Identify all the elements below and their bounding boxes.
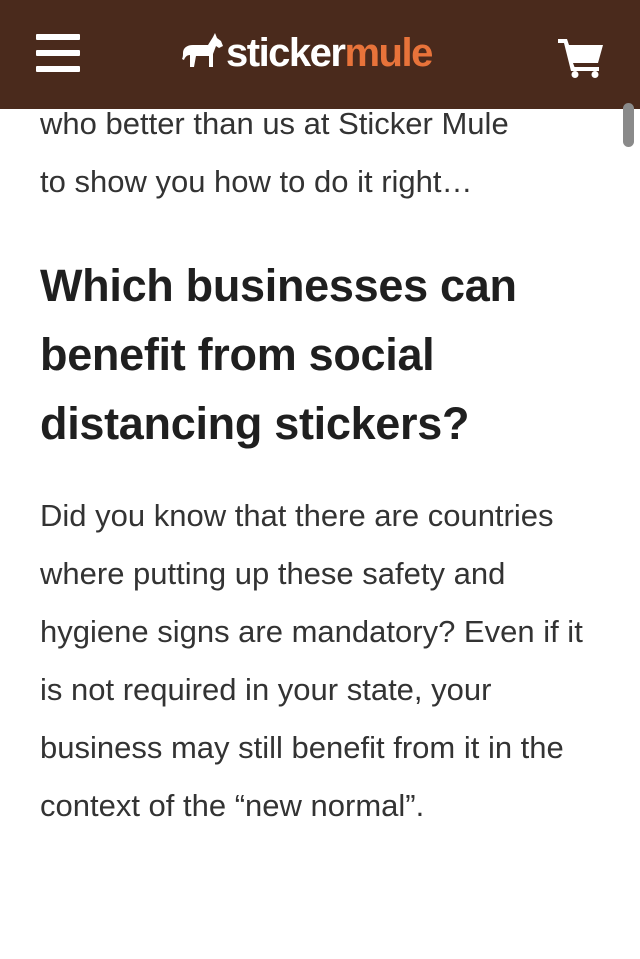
intro-line-2: to show you how to do it right… (40, 164, 473, 199)
top-navigation-bar: stickermule (0, 0, 640, 109)
brand-wordmark-sticker: sticker (226, 31, 346, 75)
brand-logo[interactable]: stickermule (180, 28, 433, 78)
brand-wordmark-mule: mule (344, 31, 433, 75)
brand-wordmark: stickermule (226, 28, 433, 78)
article-paragraph: Did you know that there are countries wh… (40, 498, 583, 823)
article-body: who better than us at Sticker Mule to sho… (40, 95, 600, 835)
section-heading: Which businesses can benefit from social… (40, 260, 517, 449)
intro-line-1: who better than us at Sticker Mule (40, 106, 509, 141)
intro-text: who better than us at Sticker Mule to sho… (40, 95, 600, 211)
menu-icon[interactable] (36, 33, 82, 73)
cart-icon[interactable] (556, 36, 606, 78)
mule-logo-icon (182, 33, 223, 67)
scrollbar-thumb[interactable] (623, 103, 634, 147)
